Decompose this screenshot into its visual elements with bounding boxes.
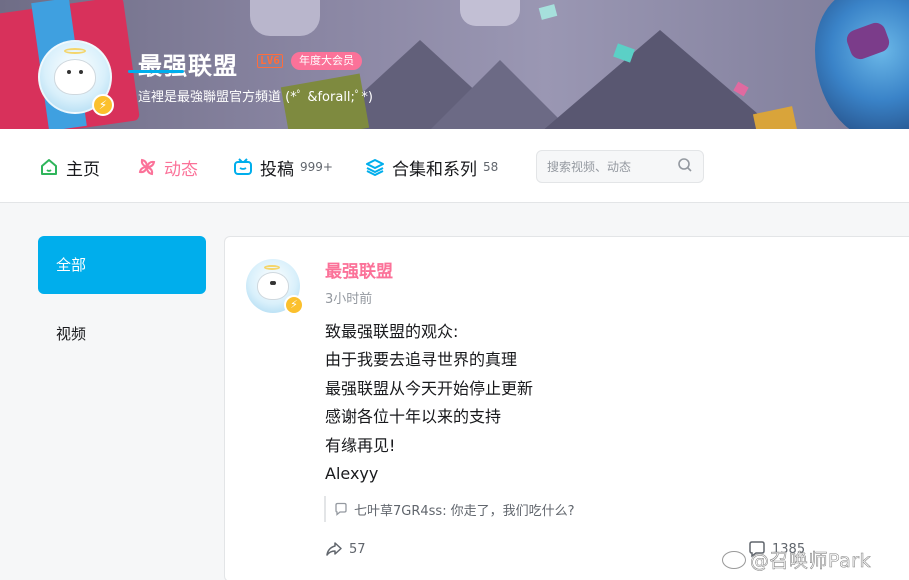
tab-home[interactable]: 主页 [38, 153, 100, 181]
search-icon[interactable] [677, 157, 693, 177]
top-comment-preview[interactable]: 七叶草7GR4ss: 你走了，我们吃什么? [324, 496, 574, 522]
share-button[interactable]: 57 [325, 540, 366, 558]
weibo-icon [722, 550, 746, 569]
pinwheel-icon [136, 156, 158, 178]
tab-collections-label: 合集和系列 [392, 159, 477, 180]
post-line: 由于我要去追寻世界的真理 [325, 350, 518, 370]
filter-video[interactable]: 视频 [56, 323, 86, 344]
profile-username: 最强联盟 [138, 52, 238, 80]
banner-art [538, 4, 558, 20]
filter-all[interactable]: 全部 [38, 236, 206, 294]
level-badge: LV6 [257, 54, 283, 68]
comment-icon [334, 502, 348, 516]
post-line: 致最强联盟的观众: [325, 322, 459, 341]
comment-text: 你走了，我们吃什么? [450, 503, 575, 519]
post-author-avatar[interactable]: ⚡ [246, 259, 304, 315]
post-line: 感谢各位十年以来的支持 [325, 407, 502, 427]
uploads-count: 999+ [300, 160, 333, 174]
watermark-text: @召唤师Park [750, 550, 872, 573]
profile-banner [0, 0, 909, 129]
tab-dynamic[interactable]: 动态 [136, 153, 198, 181]
verified-bolt-icon: ⚡ [284, 295, 304, 315]
tab-home-label: 主页 [66, 159, 100, 180]
share-icon [326, 542, 342, 556]
layers-icon [364, 156, 386, 178]
post-author-name[interactable]: 最强联盟 [325, 257, 393, 282]
tv-icon [232, 156, 254, 178]
tab-uploads[interactable]: 投稿 999+ [232, 153, 333, 181]
space-nav-bar: 主页 动态 投稿 999+ 合集和系列 58 [0, 129, 909, 203]
tab-dynamic-label: 动态 [164, 159, 198, 180]
active-tab-indicator [128, 70, 184, 73]
post-line: 有缘再见! [325, 435, 396, 455]
verified-bolt-icon: ⚡ [92, 94, 114, 116]
post-content: 致最强联盟的观众: 由于我要去追寻世界的真理 最强联盟从今天开始停止更新 感谢各… [325, 318, 533, 488]
search-input[interactable] [547, 159, 677, 174]
collections-count: 58 [483, 160, 499, 174]
profile-avatar[interactable]: ⚡ [38, 40, 114, 116]
share-count: 57 [349, 541, 366, 557]
banner-art [815, 0, 909, 129]
post-line: Alexyy [325, 464, 379, 484]
vip-badge[interactable]: 年度大会员 [291, 52, 362, 70]
banner-art [250, 0, 320, 36]
post-timestamp: 3小时前 [325, 292, 373, 307]
profile-signature: 這裡是最強聯盟官方頻道 (*ﾟ &forall;ﾟ*) [138, 90, 373, 105]
banner-art [460, 0, 520, 26]
comment-username[interactable]: 七叶草7GR4ss: [354, 500, 447, 519]
watermark: @召唤师Park [722, 546, 871, 573]
home-icon [38, 156, 60, 178]
search-box[interactable] [536, 150, 704, 183]
post-line: 最强联盟从今天开始停止更新 [325, 378, 534, 398]
tab-uploads-label: 投稿 [260, 159, 294, 180]
tab-collections[interactable]: 合集和系列 58 [364, 153, 498, 181]
